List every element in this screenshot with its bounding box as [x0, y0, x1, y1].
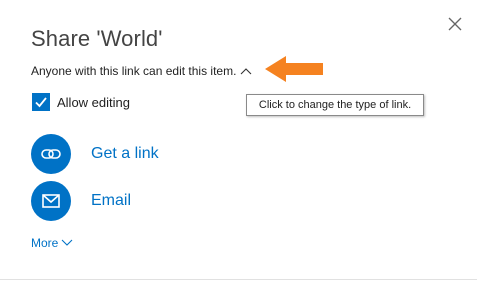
email-label: Email [91, 192, 132, 209]
dialog-title: Share 'World' [31, 26, 163, 51]
chevron-down-icon [61, 236, 73, 250]
dialog-divider [0, 279, 477, 280]
get-a-link-option[interactable]: Get a link [31, 134, 159, 174]
share-dialog: Share 'World' Anyone with this link can … [0, 0, 477, 285]
get-a-link-label: Get a link [91, 145, 159, 162]
link-type-dropdown[interactable]: Anyone with this link can edit this item… [31, 64, 252, 78]
checkmark-icon [35, 97, 47, 108]
allow-editing-label: Allow editing [57, 94, 130, 110]
chevron-up-icon [240, 64, 252, 78]
email-option[interactable]: Email [31, 181, 131, 221]
annotation-arrow-icon [265, 56, 323, 82]
envelope-icon [31, 181, 71, 221]
close-icon [448, 17, 462, 31]
link-type-tooltip: Click to change the type of link. [246, 94, 424, 116]
allow-editing-checkbox[interactable] [32, 93, 50, 111]
more-label: More [31, 236, 59, 250]
allow-editing-toggle[interactable]: Allow editing [32, 93, 130, 111]
close-button[interactable] [444, 13, 466, 35]
more-button[interactable]: More [31, 236, 73, 250]
link-type-label: Anyone with this link can edit this item… [31, 64, 237, 78]
link-icon [31, 134, 71, 174]
